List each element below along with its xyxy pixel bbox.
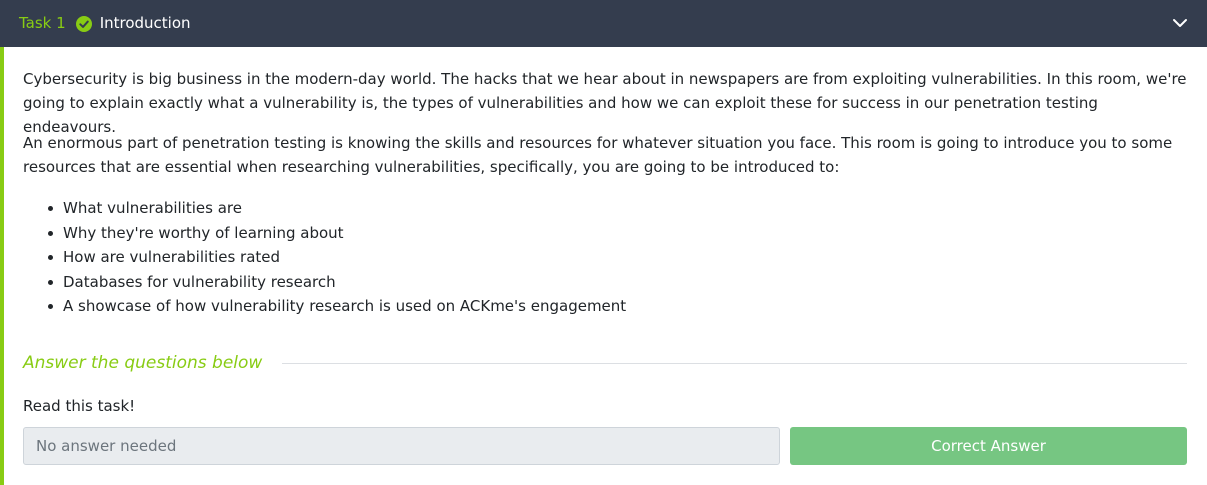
list-item: How are vulnerabilities rated	[23, 245, 626, 270]
chevron-down-icon[interactable]	[1172, 15, 1188, 31]
heading-divider	[282, 363, 1187, 364]
list-item: Why they're worthy of learning about	[23, 221, 626, 246]
list-item: What vulnerabilities are	[23, 196, 626, 221]
task-card: Task 1 Introduction Cybersecurity is big…	[0, 0, 1207, 485]
task-number: Task 1	[19, 14, 66, 32]
topics-list: What vulnerabilities are Why they're wor…	[23, 196, 626, 319]
intro-paragraph: Cybersecurity is big business in the mod…	[23, 70, 1187, 136]
question-text: Read this task!	[23, 397, 136, 415]
list-item: Databases for vulnerability research	[23, 270, 626, 295]
list-item: A showcase of how vulnerability research…	[23, 294, 626, 319]
correct-answer-button[interactable]: Correct Answer	[790, 427, 1187, 465]
resources-paragraph: An enormous part of penetration testing …	[23, 134, 1173, 176]
task-title: Introduction	[99, 14, 191, 32]
check-circle-icon	[75, 15, 92, 32]
answer-input[interactable]	[23, 427, 780, 465]
task-accent-bar	[0, 47, 4, 485]
task-header[interactable]: Task 1 Introduction	[0, 0, 1207, 47]
answer-questions-heading: Answer the questions below	[23, 353, 263, 373]
